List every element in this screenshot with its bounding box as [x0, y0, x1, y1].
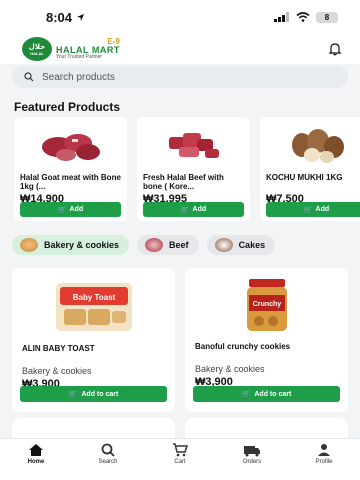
product-grid: Baby Toast ALIN BABY TOAST Bakery & cook… — [12, 268, 348, 412]
add-to-cart-button[interactable]: 🛒 Add to cart — [193, 386, 340, 402]
status-icons: 8 — [274, 11, 338, 23]
clock-text: 8:04 — [46, 9, 73, 25]
add-to-cart-button[interactable]: 🛒 Add to cart — [20, 386, 167, 402]
category-chip-bakery[interactable]: Bakery & cookies — [12, 235, 130, 255]
category-chip-cakes[interactable]: Cakes — [206, 235, 276, 255]
app-logo[interactable]: حلال HALAL E-9 HALAL MART Your Trusted P… — [22, 37, 120, 61]
category-chip-beef[interactable]: Beef — [137, 235, 199, 255]
logo-halal-caption: HALAL — [30, 50, 44, 56]
battery-icon: 8 — [316, 11, 338, 23]
logo-tagline: Your Trusted Partner — [56, 54, 102, 60]
status-bar: 8:04 8 — [0, 0, 360, 34]
cart-icon: 🛒 — [241, 391, 251, 398]
add-button-label: Add — [315, 206, 330, 213]
nav-label: Orders — [242, 459, 262, 465]
nav-cart[interactable]: Cart — [150, 443, 210, 465]
product-card-peek — [185, 418, 348, 438]
nav-label: Cart — [174, 459, 186, 465]
location-arrow-icon — [76, 13, 85, 21]
baby-toast-image: Baby Toast — [22, 274, 165, 336]
featured-product-card[interactable]: Fresh Halal Beef with bone ( Kore... ₩31… — [137, 117, 250, 221]
nav-home[interactable]: Home — [6, 443, 66, 465]
nav-search[interactable]: Search — [78, 443, 138, 465]
taro-image — [266, 121, 360, 169]
category-filter-row: Bakery & cookies Beef Cakes — [12, 235, 276, 255]
add-button[interactable]: 🛒 Add — [143, 202, 244, 217]
package-label: Baby Toast — [72, 293, 115, 302]
product-name: Banoful crunchy cookies — [195, 342, 291, 351]
crunchy-cookies-image: Crunchy — [195, 274, 338, 336]
category-label: Cakes — [238, 240, 266, 250]
product-name: KOCHU MUKHI 1KG — [266, 173, 343, 182]
nav-orders[interactable]: Orders — [222, 443, 282, 465]
category-label: Bakery & cookies — [44, 240, 120, 250]
bakery-thumbnail-icon — [20, 238, 38, 252]
orders-icon — [244, 446, 260, 457]
product-category: Bakery & cookies — [195, 364, 265, 374]
home-icon — [29, 444, 43, 456]
cakes-thumbnail-icon — [214, 238, 233, 252]
cart-icon: 🛒 — [180, 206, 190, 214]
product-card[interactable]: Baby Toast ALIN BABY TOAST Bakery & cook… — [12, 268, 175, 412]
status-time: 8:04 — [46, 10, 85, 25]
add-to-cart-label: Add to cart — [81, 390, 119, 398]
product-name: Fresh Halal Beef with bone ( Kore... — [143, 173, 224, 191]
halal-logo-badge: حلال HALAL — [22, 37, 52, 61]
beef-image — [143, 121, 244, 169]
bell-icon[interactable] — [328, 42, 342, 56]
goat-meat-image — [20, 121, 121, 169]
beef-thumbnail-icon — [145, 238, 164, 252]
featured-products-carousel[interactable]: Halal Goat meat with Bone 1kg (... ₩14,9… — [14, 117, 360, 221]
nav-profile[interactable]: Profile — [294, 443, 354, 465]
profile-icon — [318, 444, 330, 456]
cart-icon: 🛒 — [68, 391, 78, 398]
product-category: Bakery & cookies — [22, 366, 92, 376]
logo-wordmark: E-9 HALAL MART Your Trusted Partner — [56, 38, 120, 60]
search-bar[interactable] — [12, 66, 348, 88]
search-icon — [101, 443, 115, 457]
add-button[interactable]: 🛒 Add — [266, 202, 360, 217]
cart-icon: 🛒 — [303, 206, 313, 214]
add-to-cart-label: Add to cart — [254, 390, 292, 398]
nav-label: Search — [98, 459, 118, 465]
search-icon — [24, 72, 34, 82]
product-name: ALIN BABY TOAST — [22, 344, 95, 353]
category-label: Beef — [169, 240, 189, 250]
app-header: حلال HALAL E-9 HALAL MART Your Trusted P… — [0, 34, 360, 64]
cart-icon: 🛒 — [57, 206, 67, 214]
signal-icon — [274, 12, 289, 22]
featured-product-card[interactable]: KOCHU MUKHI 1KG ₩7,500 🛒 Add — [260, 117, 360, 221]
product-card[interactable]: Crunchy Banoful crunchy cookies Bakery &… — [185, 268, 348, 412]
wifi-icon — [296, 12, 310, 22]
featured-products-title: Featured Products — [14, 100, 121, 114]
logo-arabic-text: حلال — [28, 43, 46, 51]
product-card-peek — [12, 418, 175, 438]
cart-icon — [173, 443, 188, 457]
featured-product-card[interactable]: Halal Goat meat with Bone 1kg (... ₩14,9… — [14, 117, 127, 221]
product-name: Halal Goat meat with Bone 1kg (... — [20, 173, 121, 191]
package-label: Crunchy — [252, 301, 281, 308]
bottom-navigation: Home Search Cart Orders Profile — [0, 438, 360, 480]
add-button-label: Add — [192, 206, 207, 213]
add-button[interactable]: 🛒 Add — [20, 202, 121, 217]
nav-label: Home — [27, 459, 45, 465]
add-button-label: Add — [69, 206, 84, 213]
nav-label: Profile — [315, 459, 333, 465]
battery-level: 8 — [324, 12, 330, 22]
search-input[interactable] — [42, 71, 322, 83]
